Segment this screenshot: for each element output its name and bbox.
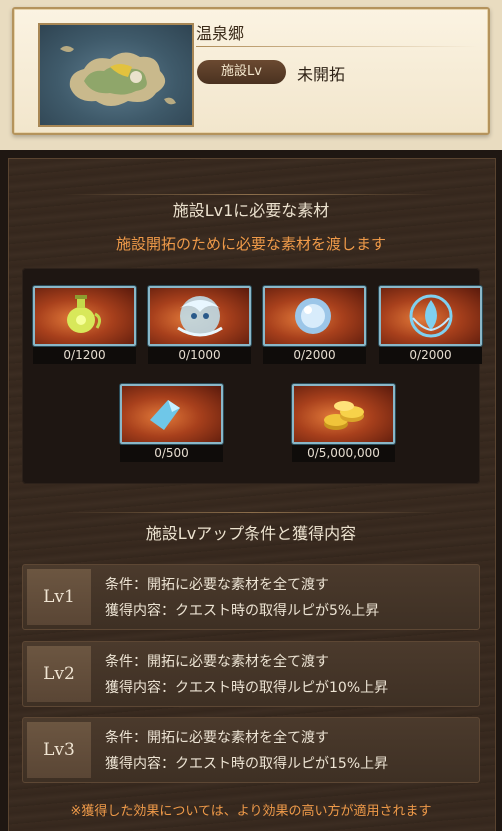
level-reward: 獲得内容：クエスト時の取得ルピが10%上昇: [105, 680, 389, 696]
water-drop-emblem-icon: [409, 294, 453, 338]
level-condition: 条件：開拓に必要な素材を全て渡す: [105, 577, 329, 593]
green-potion-flask-icon: [67, 295, 102, 333]
level-condition: 条件：開拓に必要な素材を全て渡す: [105, 730, 329, 746]
facility-name: 温泉郷: [196, 24, 245, 43]
crystal-orb-icon: [295, 298, 331, 334]
title-divider-top: [60, 194, 442, 195]
gold-coins-icon: [324, 401, 364, 430]
level-condition: 条件：開拓に必要な素材を全て渡す: [105, 654, 329, 670]
water-spirit-creature-icon: [177, 296, 223, 337]
material-item-2[interactable]: [148, 286, 251, 346]
level-row-3: Lv3 条件：開拓に必要な素材を全て渡す 獲得内容：クエスト時の取得ルピが15%…: [22, 717, 480, 783]
levels-title: 施設Lvアップ条件と獲得内容: [145, 524, 357, 543]
material-count-1: 0/1200: [33, 347, 136, 364]
level-reward: 獲得内容：クエスト時の取得ルピが5%上昇: [105, 603, 380, 619]
material-item-1[interactable]: [33, 286, 136, 346]
material-item-4[interactable]: [379, 286, 482, 346]
materials-title: 施設Lv1に必要な素材: [172, 201, 330, 220]
level-tag: Lv1: [27, 569, 91, 625]
island-map-thumbnail[interactable]: [38, 23, 194, 127]
facility-lv-badge: 施設Lv: [197, 60, 286, 84]
level-row-2: Lv2 条件：開拓に必要な素材を全て渡す 獲得内容：クエスト時の取得ルピが10%…: [22, 641, 480, 707]
material-item-6[interactable]: [292, 384, 395, 444]
material-item-5[interactable]: [120, 384, 223, 444]
material-item-3[interactable]: [263, 286, 366, 346]
level-tag: Lv3: [27, 722, 91, 778]
level-reward: 獲得内容：クエスト時の取得ルピが15%上昇: [105, 756, 389, 772]
effect-note: ※獲得した効果については、より効果の高い方が適用されます: [70, 804, 432, 819]
material-count-4: 0/2000: [379, 347, 482, 364]
divider: [196, 46, 478, 47]
material-count-6: 0/5,000,000: [292, 445, 395, 462]
facility-header: 温泉郷 施設Lv 未開拓: [0, 0, 502, 150]
island-map-icon: [60, 46, 176, 106]
material-count-2: 0/1000: [148, 347, 251, 364]
level-tag: Lv2: [27, 646, 91, 702]
title-divider-levels: [60, 512, 442, 513]
level-row-1: Lv1 条件：開拓に必要な素材を全て渡す 獲得内容：クエスト時の取得ルピが5%上…: [22, 564, 480, 630]
facility-lv-value: 未開拓: [297, 65, 346, 84]
material-count-5: 0/500: [120, 445, 223, 462]
materials-subtitle: 施設開拓のために必要な素材を渡します: [115, 235, 386, 253]
blue-crystal-shard-icon: [150, 400, 180, 430]
material-count-3: 0/2000: [263, 347, 366, 364]
